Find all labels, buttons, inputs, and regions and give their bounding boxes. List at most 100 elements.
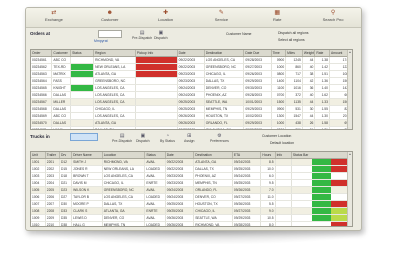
status-bar xyxy=(293,208,351,214)
trucks-row[interactable]: 1004 2204 D21 DAVIS M CHICAGO, IL ENRTE 09/23/… xyxy=(31,179,352,187)
trucks-row[interactable]: 1008 2208 D33 CLARK S ATLANTA, GA ENRTE 09/25/… xyxy=(31,207,352,215)
trucks-option-default[interactable]: Default location xyxy=(270,141,294,145)
orders-cell: 1300 xyxy=(271,112,287,120)
status-bar xyxy=(293,222,351,226)
orders-cell: GREENSBORO, NC xyxy=(204,63,245,71)
orders-cell: 36 xyxy=(302,84,316,92)
trucks-scrollbar[interactable]: ▲ xyxy=(347,152,352,226)
orders-cell: 09/26/2003 xyxy=(177,112,205,120)
trucks-row[interactable]: 1001 2201 D12 SMITH J RICHMOND, VA AVAIL 09/22… xyxy=(31,158,352,166)
trucks-cell: D18 xyxy=(59,172,73,180)
orders-cell: 09/27/2003 xyxy=(243,63,272,71)
orders-cell: 09/25/2003 xyxy=(177,98,205,106)
trucks-cell: D27 xyxy=(59,193,73,201)
trucks-cell: 1009 xyxy=(31,214,46,222)
trucks-predispatch-button[interactable]: ▤ Pre-Dispatch xyxy=(112,133,132,144)
location-label: Location xyxy=(158,17,174,22)
trucks-cell: LOADED xyxy=(144,193,166,201)
orders-cell xyxy=(135,112,178,120)
orders-cell: 26 xyxy=(302,119,316,127)
trucks-cell: MEMPHIS, TN xyxy=(193,179,233,187)
orders-cell: 00234568 xyxy=(31,105,53,113)
trucks-date-input[interactable] xyxy=(70,133,98,141)
status-segment xyxy=(311,201,331,207)
trucks-cell: 2203 xyxy=(45,172,60,180)
scroll-up-icon[interactable]: ▲ xyxy=(348,152,352,156)
orders-cell: NEW ORLEANS, LA xyxy=(93,63,136,71)
trucks-cell: AVAIL xyxy=(144,186,166,194)
trucks-table: Unit Trailer Drv Driver Name Location St… xyxy=(31,152,352,226)
orders-cell: 1135 xyxy=(285,98,303,106)
orders-cell: 00234565 xyxy=(31,84,53,92)
status-bar xyxy=(293,201,351,207)
trucks-row[interactable]: 1002 2202 D15 JONES R NEW ORLEANS, LA LOADED 0… xyxy=(31,165,352,173)
orders-filter-bar: Orders at Mmpyrat ▤ Pre-Dispatch ▣ Dispa… xyxy=(30,29,357,47)
orders-cell: 1400 xyxy=(271,77,287,85)
orders-cell: KNIGHT xyxy=(51,84,72,92)
orders-cell: 34 xyxy=(302,126,316,129)
orders-option-dispatch-all[interactable]: Dispatch all regions xyxy=(278,31,309,35)
trucks-cell xyxy=(275,186,292,194)
trucks-cell: 09/27/2003 xyxy=(232,207,262,215)
exchange-button[interactable]: ⇄ Exchange xyxy=(34,8,74,27)
orders-cell: MEMPHIS, TN xyxy=(204,105,245,113)
trucks-dispatch-button[interactable]: ▣ Dispatch xyxy=(136,133,150,144)
orders-cell: LOS ANGELES, CA xyxy=(93,112,136,120)
orders-cell: 38 xyxy=(302,70,316,78)
orders-row[interactable]: 00234570 DALLAS ATLANTA, GA 09/26/2003 ORLAN… xyxy=(31,119,352,127)
trucks-cell: LOS ANGELES, CA xyxy=(102,172,146,180)
trucks-cell: GREENSBORO, NC xyxy=(102,186,146,194)
trucks-assign-button[interactable]: ⊞ Assign xyxy=(184,133,195,144)
orders-cell: FASS xyxy=(51,77,72,85)
trucks-row[interactable]: 1010 2210 D38 HALL G MEMPHIS, TN LOADED 09/26/… xyxy=(31,221,352,226)
trucks-by-status-button[interactable]: ◔ By Status xyxy=(160,133,175,144)
trucks-row[interactable]: 1003 2203 D18 BROWN T LOS ANGELES, CA AVAIL 09… xyxy=(31,172,352,180)
orders-row[interactable]: 00234571 HAMIL DALLAS, TX 09/27/2003 OKLAHOM… xyxy=(31,126,352,129)
orders-cell: 00234570 xyxy=(31,119,53,127)
status-segment xyxy=(293,222,312,226)
trucks-cell: JONES R xyxy=(71,165,103,173)
orders-row[interactable]: 00234562 TEX-RD NEW ORLEANS, LA 09/22/2003 G… xyxy=(31,63,352,71)
orders-cell xyxy=(135,70,178,78)
trucks-cell: DENVER, CO xyxy=(193,193,233,201)
status-segment xyxy=(293,215,312,221)
orders-row[interactable]: 00234563 MATRIX ATLANTA, GA 09/23/2003 CHICA… xyxy=(31,70,352,78)
trucks-cell xyxy=(291,165,352,173)
trucks-cell xyxy=(291,221,352,226)
orders-row[interactable]: 00234568 DALLAS CHICAGO, IL 09/25/2003 MEMPH… xyxy=(31,105,352,113)
search-pno-button[interactable]: ⚲ Search Pno xyxy=(313,8,353,27)
orders-scrollbar[interactable]: ▲ xyxy=(347,50,352,129)
status-bar xyxy=(293,194,350,200)
orders-date-input[interactable] xyxy=(98,30,122,38)
trucks-preferences-button[interactable]: ⚙ Preferences xyxy=(210,133,229,144)
scroll-up-icon[interactable]: ▲ xyxy=(348,50,352,54)
orders-cell: 1016 xyxy=(285,84,303,92)
orders-cell: 1.36 xyxy=(314,77,330,85)
trucks-cell: 09/25/2003 xyxy=(232,179,262,187)
orders-row[interactable]: 00234564 FASS GREENSBORO, NC 09/23/2003 DALL… xyxy=(31,77,352,85)
location-button[interactable]: ✚ Location xyxy=(146,8,186,27)
orders-row[interactable]: 00234565 KNIGHT LOS ANGELES, CA 09/24/2003 D… xyxy=(31,84,352,92)
trucks-row[interactable]: 1009 2209 D35 LEWIS D DENVER, CO AVAIL 09/26/2… xyxy=(31,214,352,222)
trucks-cell: 09/25/2003 xyxy=(232,165,262,173)
orders-cell: DALLAS xyxy=(51,91,72,99)
orders-cell: 10/02/2003 xyxy=(243,112,272,120)
trucks-cell: ATLANTA, GA xyxy=(102,207,146,215)
orders-predispatch-button[interactable]: ▤ Pre-Dispatch xyxy=(132,30,152,41)
service-button[interactable]: ✎ Service xyxy=(201,8,241,27)
orders-option-select-all[interactable]: Select all regions xyxy=(278,38,305,42)
trucks-row[interactable]: 1007 2207 D30 MOORE P DALLAS, TX AVAIL 09/25/2… xyxy=(31,200,352,208)
orders-mmpyrat-link[interactable]: Mmpyrat xyxy=(94,39,108,43)
orders-dispatch-button[interactable]: ▣ Dispatch xyxy=(154,30,168,41)
trucks-cell: 09/27/2003 xyxy=(232,193,262,201)
orders-row[interactable]: 00234561 ABC CO RICHMOND, VA 09/22/2003 LOS … xyxy=(31,56,352,64)
trucks-row[interactable]: 1005 2205 D23 WILSON K GREENSBORO, NC AVAIL 09… xyxy=(31,186,352,194)
trucks-row[interactable]: 1006 2206 D27 TAYLOR B LOS ANGELES, CA LOADED… xyxy=(31,193,352,201)
orders-cell: 1547 xyxy=(285,112,303,120)
rate-button[interactable]: ▦ Rate xyxy=(257,8,297,27)
trucks-cell: 2208 xyxy=(45,207,60,215)
orders-row[interactable]: 00234566 DALLAS LOS ANGELES, CA 09/24/2003 P… xyxy=(31,91,352,99)
orders-row[interactable]: 00234569 ABC CO LOS ANGELES, CA 09/26/2003 H… xyxy=(31,112,352,120)
customer-button[interactable]: ☻ Customer xyxy=(90,8,130,27)
orders-row[interactable]: 00234567 MILLER LOS ANGELES, CA 09/25/2003 S… xyxy=(31,98,352,106)
